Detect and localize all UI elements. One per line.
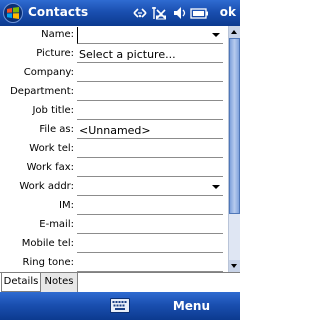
windows-start-icon[interactable]	[3, 3, 23, 23]
work-fax-label: Work fax:	[26, 162, 74, 173]
signal-off-icon[interactable]	[151, 5, 167, 21]
softkey-bar: Menu	[0, 292, 240, 320]
job-title-label: Job title:	[32, 105, 74, 116]
work-addr-field[interactable]	[77, 179, 223, 196]
form-row-ring-tone: Ring tone:	[0, 255, 228, 272]
file-as-label: File as:	[39, 124, 74, 135]
mobile-tel-field[interactable]	[77, 236, 223, 253]
name-label: Name:	[41, 29, 74, 40]
ok-button[interactable]: ok	[220, 5, 236, 19]
im-label: IM:	[59, 200, 74, 211]
menu-softkey[interactable]: Menu	[173, 299, 210, 313]
dropdown-arrow-icon[interactable]	[212, 33, 220, 37]
company-field[interactable]	[77, 65, 223, 82]
work-tel-label: Work tel:	[29, 143, 74, 154]
vertical-scrollbar[interactable]	[228, 26, 240, 272]
tab-details[interactable]: Details	[1, 273, 41, 292]
form-row-file-as: File as: <Unnamed>	[0, 122, 228, 141]
ring-tone-label: Ring tone:	[22, 257, 75, 268]
tab-strip: Details Notes	[0, 272, 240, 292]
im-field[interactable]	[77, 198, 223, 215]
form-row-company: Company:	[0, 65, 228, 84]
file-as-value: <Unnamed>	[79, 124, 151, 137]
mobile-tel-label: Mobile tel:	[21, 238, 74, 249]
file-as-field[interactable]: <Unnamed>	[77, 122, 223, 139]
ring-tone-field[interactable]	[77, 255, 223, 272]
work-addr-label: Work addr:	[19, 181, 74, 192]
scroll-down-arrow-icon[interactable]	[229, 260, 240, 272]
form-row-e-mail: E-mail:	[0, 217, 228, 236]
keyboard-icon[interactable]	[110, 298, 130, 313]
form-row-work-addr: Work addr:	[0, 179, 228, 198]
speaker-icon[interactable]	[172, 5, 188, 21]
form-row-department: Department:	[0, 84, 228, 103]
app-title: Contacts	[28, 5, 89, 19]
battery-icon[interactable]	[190, 5, 210, 21]
form-row-picture: Picture: Select a picture...	[0, 46, 228, 65]
form-row-im: IM:	[0, 198, 228, 217]
dropdown-arrow-icon[interactable]	[212, 185, 220, 189]
form-row-job-title: Job title:	[0, 103, 228, 122]
e-mail-field[interactable]	[77, 217, 223, 234]
picture-label: Picture:	[36, 48, 74, 59]
picture-field[interactable]: Select a picture...	[77, 46, 223, 63]
tab-notes[interactable]: Notes	[41, 273, 78, 292]
work-tel-field[interactable]	[77, 141, 223, 158]
department-label: Department:	[10, 86, 74, 97]
form-row-work-fax: Work fax:	[0, 160, 228, 179]
form-row-work-tel: Work tel:	[0, 141, 228, 160]
picture-value: Select a picture...	[79, 48, 176, 61]
scroll-thumb[interactable]	[229, 38, 240, 214]
title-bar: Contacts ok	[0, 0, 240, 26]
e-mail-label: E-mail:	[39, 219, 74, 230]
work-fax-field[interactable]	[77, 160, 223, 177]
form-row-mobile-tel: Mobile tel:	[0, 236, 228, 255]
name-field[interactable]	[77, 27, 223, 44]
company-label: Company:	[23, 67, 74, 78]
department-field[interactable]	[77, 84, 223, 101]
contact-form: Name: Picture: Select a picture... Company:…	[0, 26, 228, 272]
form-row-name: Name:	[0, 27, 228, 46]
connectivity-icon[interactable]	[132, 5, 148, 21]
job-title-field[interactable]	[77, 103, 223, 120]
scroll-up-arrow-icon[interactable]	[229, 26, 240, 38]
